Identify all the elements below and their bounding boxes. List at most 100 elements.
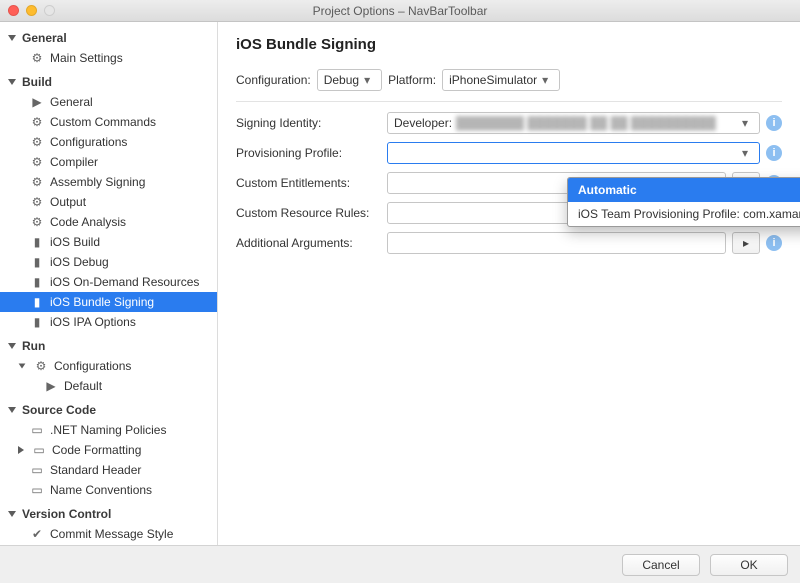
sidebar-item-compiler[interactable]: ⚙ Compiler — [0, 152, 217, 172]
chevron-right-icon — [18, 446, 24, 454]
provisioning-profile-label: Provisioning Profile: — [236, 146, 381, 160]
sidebar-item-assembly-signing[interactable]: ⚙ Assembly Signing — [0, 172, 217, 192]
sidebar-item-label: Compiler — [50, 155, 98, 169]
platform-label: Platform: — [388, 73, 436, 87]
device-icon: ▮ — [30, 315, 44, 329]
sidebar-item-ios-build[interactable]: ▮ iOS Build — [0, 232, 217, 252]
sidebar-item-ios-bundle-signing[interactable]: ▮ iOS Bundle Signing — [0, 292, 217, 312]
dropdown-option-automatic[interactable]: Automatic — [568, 178, 800, 202]
triangle-right-icon: ▸ — [743, 236, 749, 250]
signing-identity-label: Signing Identity: — [236, 116, 381, 130]
configuration-select[interactable]: Debug ▾ — [317, 69, 382, 91]
sidebar-item-label: Configurations — [54, 359, 131, 373]
sidebar-item-run-default[interactable]: ▶ Default — [0, 376, 217, 396]
provisioning-profile-select[interactable]: ▾ — [387, 142, 760, 164]
gear-icon: ⚙ — [30, 135, 44, 149]
ok-button[interactable]: OK — [710, 554, 788, 576]
sidebar-item-code-analysis[interactable]: ⚙ Code Analysis — [0, 212, 217, 232]
triangle-icon: ▶ — [30, 95, 44, 109]
sidebar-section-build[interactable]: Build — [0, 72, 217, 92]
device-icon: ▮ — [30, 295, 44, 309]
sidebar-item-run-configurations[interactable]: ⚙ Configurations — [0, 356, 217, 376]
chevron-down-icon: ▾ — [359, 73, 375, 87]
sidebar-item-custom-commands[interactable]: ⚙ Custom Commands — [0, 112, 217, 132]
sidebar-item-label: iOS On-Demand Resources — [50, 275, 199, 289]
chevron-down-icon: ▾ — [737, 146, 753, 160]
section-label: Build — [22, 75, 52, 89]
gear-icon: ⚙ — [30, 115, 44, 129]
sidebar-item-ios-on-demand-resources[interactable]: ▮ iOS On-Demand Resources — [0, 272, 217, 292]
signing-identity-value: Developer: — [394, 116, 452, 130]
sidebar-item-label: Main Settings — [50, 51, 123, 65]
option-label: Automatic — [578, 183, 637, 197]
sidebar-item-label: iOS Build — [50, 235, 100, 249]
additional-arguments-action-button[interactable]: ▸ — [732, 232, 760, 254]
chevron-down-icon — [8, 35, 16, 41]
sidebar-item-label: Default — [64, 379, 102, 393]
page-title: iOS Bundle Signing — [236, 36, 782, 53]
window-titlebar: Project Options – NavBarToolbar — [0, 0, 800, 22]
document-icon: ▭ — [32, 443, 46, 457]
sidebar-item-label: .NET Naming Policies — [50, 423, 166, 437]
button-label: OK — [740, 558, 757, 572]
chevron-down-icon — [8, 79, 16, 85]
section-label: Source Code — [22, 403, 96, 417]
custom-resource-rules-label: Custom Resource Rules: — [236, 206, 381, 220]
check-icon: ✔ — [30, 527, 44, 541]
sidebar-item-standard-header[interactable]: ▭ Standard Header — [0, 460, 217, 480]
sidebar-item-output[interactable]: ⚙ Output — [0, 192, 217, 212]
sidebar-item-general[interactable]: ▶ General — [0, 92, 217, 112]
signing-identity-select[interactable]: Developer: ████████ ███████ ██ ██ ██████… — [387, 112, 760, 134]
sidebar-item-ios-ipa-options[interactable]: ▮ iOS IPA Options — [0, 312, 217, 332]
sidebar-item-label: Custom Commands — [50, 115, 156, 129]
dialog-footer: Cancel OK — [0, 545, 800, 583]
info-icon[interactable]: i — [766, 235, 782, 251]
sidebar-item-label: iOS Debug — [50, 255, 109, 269]
signing-identity-redacted: ████████ ███████ ██ ██ ██████████ — [456, 116, 716, 130]
info-icon[interactable]: i — [766, 115, 782, 131]
platform-value: iPhoneSimulator — [449, 73, 537, 87]
gear-icon: ⚙ — [34, 359, 48, 373]
sidebar-item-code-formatting[interactable]: ▭ Code Formatting — [0, 440, 217, 460]
sidebar-item-name-conventions[interactable]: ▭ Name Conventions — [0, 480, 217, 500]
sidebar-section-source-code[interactable]: Source Code — [0, 400, 217, 420]
chevron-down-icon — [8, 511, 16, 517]
gear-icon: ⚙ — [30, 215, 44, 229]
window-title: Project Options – NavBarToolbar — [0, 4, 800, 18]
platform-select[interactable]: iPhoneSimulator ▾ — [442, 69, 560, 91]
sidebar-item-ios-debug[interactable]: ▮ iOS Debug — [0, 252, 217, 272]
chevron-down-icon: ▾ — [737, 116, 753, 130]
sidebar-item-label: Commit Message Style — [50, 527, 173, 541]
device-icon: ▮ — [30, 235, 44, 249]
sidebar-item-commit-message-style[interactable]: ✔ Commit Message Style — [0, 524, 217, 544]
sidebar-section-general[interactable]: General — [0, 28, 217, 48]
document-icon: ▭ — [30, 423, 44, 437]
sidebar-item-configurations[interactable]: ⚙ Configurations — [0, 132, 217, 152]
sidebar-section-version-control[interactable]: Version Control — [0, 504, 217, 524]
option-label: iOS Team Provisioning Profile: com.xamar… — [578, 207, 800, 221]
additional-arguments-input[interactable] — [387, 232, 726, 254]
sidebar-item-label: Name Conventions — [50, 483, 152, 497]
sidebar-item-label: Code Formatting — [52, 443, 141, 457]
gear-icon: ⚙ — [30, 51, 44, 65]
sidebar-item-label: Assembly Signing — [50, 175, 145, 189]
cancel-button[interactable]: Cancel — [622, 554, 700, 576]
gear-icon: ⚙ — [30, 155, 44, 169]
custom-entitlements-label: Custom Entitlements: — [236, 176, 381, 190]
chevron-down-icon — [19, 363, 26, 368]
additional-arguments-label: Additional Arguments: — [236, 236, 381, 250]
chevron-down-icon: ▾ — [537, 73, 553, 87]
chevron-down-icon — [8, 407, 16, 413]
sidebar-item-label: Output — [50, 195, 86, 209]
sidebar-item-label: Configurations — [50, 135, 127, 149]
button-label: Cancel — [642, 558, 679, 572]
sidebar-item-main-settings[interactable]: ⚙ Main Settings — [0, 48, 217, 68]
divider — [236, 101, 782, 102]
document-icon: ▭ — [30, 483, 44, 497]
sidebar-item-naming-policies[interactable]: ▭ .NET Naming Policies — [0, 420, 217, 440]
dropdown-option-team-profile[interactable]: iOS Team Provisioning Profile: com.xamar… — [568, 202, 800, 226]
gear-icon: ⚙ — [30, 195, 44, 209]
sidebar-section-run[interactable]: Run — [0, 336, 217, 356]
sidebar-item-label: iOS IPA Options — [50, 315, 136, 329]
info-icon[interactable]: i — [766, 145, 782, 161]
